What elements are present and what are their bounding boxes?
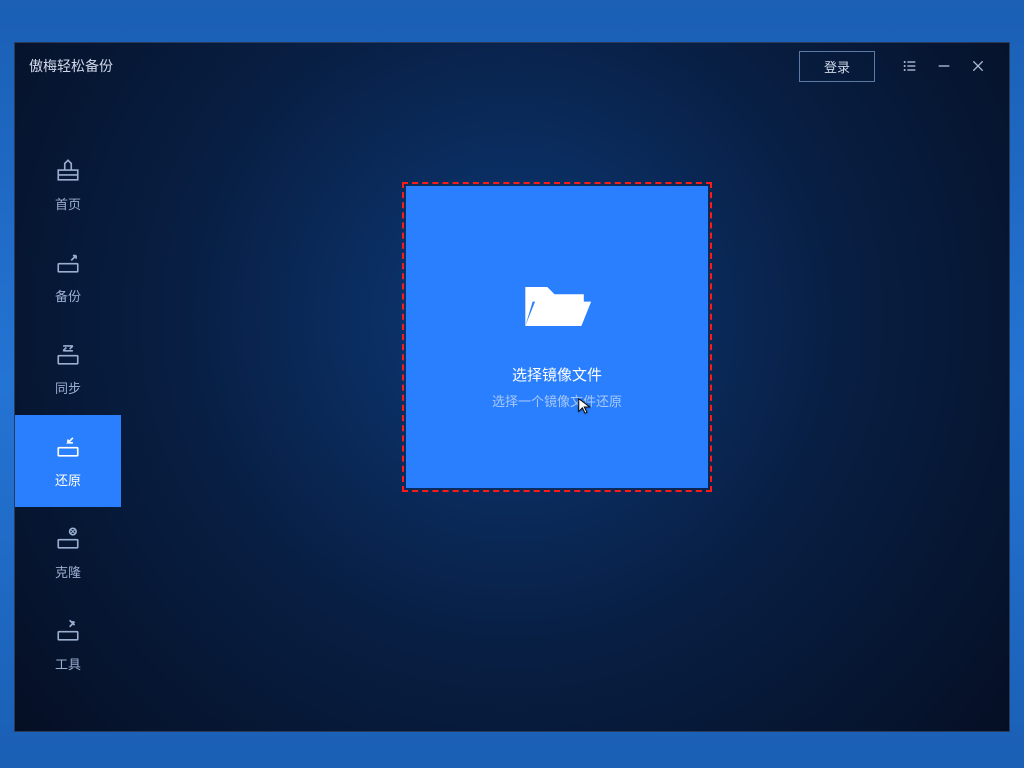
menu-button[interactable] bbox=[893, 49, 927, 83]
sidebar-item-label: 克隆 bbox=[55, 562, 81, 581]
tools-icon bbox=[55, 617, 81, 646]
sidebar-item-label: 首页 bbox=[55, 194, 81, 213]
login-button[interactable]: 登录 bbox=[799, 51, 875, 82]
minimize-button[interactable] bbox=[927, 49, 961, 83]
app-window: 傲梅轻松备份 登录 首页 bbox=[14, 42, 1010, 732]
tile-title: 选择镜像文件 bbox=[512, 364, 602, 385]
main-area: 选择镜像文件 选择一个镜像文件还原 bbox=[121, 89, 1009, 731]
sidebar-item-label: 同步 bbox=[55, 378, 81, 397]
sidebar-item-backup[interactable]: 备份 bbox=[15, 231, 121, 323]
sidebar-item-label: 工具 bbox=[55, 654, 81, 673]
sidebar: 首页 备份 同步 还原 bbox=[15, 89, 121, 731]
sidebar-item-label: 还原 bbox=[55, 470, 81, 489]
sidebar-item-restore[interactable]: 还原 bbox=[15, 415, 121, 507]
app-body: 首页 备份 同步 还原 bbox=[15, 89, 1009, 731]
sidebar-item-home[interactable]: 首页 bbox=[15, 139, 121, 231]
restore-icon bbox=[55, 433, 81, 462]
close-button[interactable] bbox=[961, 49, 995, 83]
select-image-tile[interactable]: 选择镜像文件 选择一个镜像文件还原 bbox=[406, 186, 708, 488]
home-icon bbox=[55, 157, 81, 186]
close-icon bbox=[970, 58, 986, 74]
sync-icon bbox=[55, 341, 81, 370]
clone-icon bbox=[55, 525, 81, 554]
sidebar-item-sync[interactable]: 同步 bbox=[15, 323, 121, 415]
tile-subtitle: 选择一个镜像文件还原 bbox=[492, 391, 622, 410]
backup-icon bbox=[55, 249, 81, 278]
minimize-icon bbox=[936, 58, 952, 74]
folder-open-icon bbox=[518, 265, 596, 348]
sidebar-item-clone[interactable]: 克隆 bbox=[15, 507, 121, 599]
titlebar: 傲梅轻松备份 登录 bbox=[15, 43, 1009, 89]
sidebar-item-label: 备份 bbox=[55, 286, 81, 305]
sidebar-item-tools[interactable]: 工具 bbox=[15, 599, 121, 691]
menu-list-icon bbox=[902, 58, 918, 74]
app-title: 傲梅轻松备份 bbox=[29, 56, 113, 76]
